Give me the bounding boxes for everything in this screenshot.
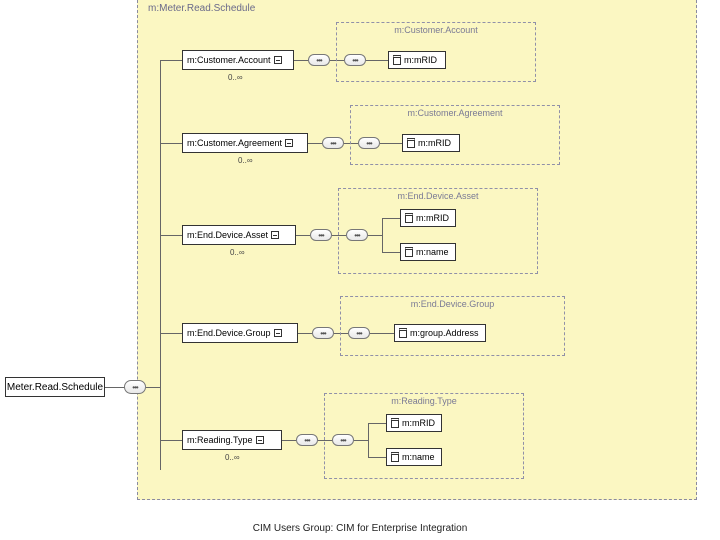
sequence-icon (322, 137, 344, 149)
element-end-device-group: m:End.Device.Group (182, 323, 298, 343)
element-label: m:End.Device.Asset (187, 230, 268, 240)
connector (296, 235, 310, 236)
connector (160, 60, 182, 61)
cardinality: 0..∞ (228, 73, 243, 82)
group-customer-account: m:Customer.Account (336, 22, 536, 82)
element-reading-type: m:Reading.Type (182, 430, 282, 450)
connector (282, 440, 296, 441)
connector (160, 333, 182, 334)
connector (160, 143, 182, 144)
element-label: m:Customer.Agreement (187, 138, 282, 148)
collapse-icon (256, 436, 264, 444)
connector (298, 333, 312, 334)
connector (160, 440, 182, 441)
collapse-icon (274, 56, 282, 64)
connector (105, 387, 125, 388)
element-customer-account: m:Customer.Account (182, 50, 294, 70)
group-title: m:End.Device.Group (411, 299, 495, 309)
element-label: m:Customer.Account (187, 55, 271, 65)
sequence-icon (296, 434, 318, 446)
group-title: m:Reading.Type (391, 396, 457, 406)
element-label: m:End.Device.Group (187, 328, 271, 338)
sequence-icon (310, 229, 332, 241)
element-end-device-asset: m:End.Device.Asset (182, 225, 296, 245)
sequence-icon (308, 54, 330, 66)
element-customer-agreement: m:Customer.Agreement (182, 133, 308, 153)
root-element: Meter.Read.Schedule (5, 377, 105, 397)
group-reading-type: m:Reading.Type (324, 393, 524, 479)
diagram-canvas: m:Meter.Read.Schedule Meter.Read.Schedul… (0, 0, 720, 540)
root-label: Meter.Read.Schedule (7, 382, 103, 393)
connector (160, 235, 182, 236)
footer-text: CIM Users Group: CIM for Enterprise Inte… (0, 523, 720, 534)
group-end-device-asset: m:End.Device.Asset (338, 188, 538, 274)
spine-connector (160, 60, 161, 470)
group-end-device-group: m:End.Device.Group (340, 296, 565, 356)
collapse-icon (274, 329, 282, 337)
cardinality: 0..∞ (230, 248, 245, 257)
group-title: m:Customer.Agreement (407, 108, 502, 118)
group-title: m:Customer.Account (394, 25, 478, 35)
connector (294, 60, 308, 61)
group-customer-agreement: m:Customer.Agreement (350, 105, 560, 165)
sequence-icon (312, 327, 334, 339)
collapse-icon (285, 139, 293, 147)
group-title: m:End.Device.Asset (397, 191, 478, 201)
connector (308, 143, 322, 144)
sequence-icon (124, 380, 146, 394)
collapse-icon (271, 231, 279, 239)
schedule-title: m:Meter.Read.Schedule (148, 3, 255, 14)
connector (146, 387, 160, 388)
cardinality: 0..∞ (225, 453, 240, 462)
element-label: m:Reading.Type (187, 435, 253, 445)
cardinality: 0..∞ (238, 156, 253, 165)
